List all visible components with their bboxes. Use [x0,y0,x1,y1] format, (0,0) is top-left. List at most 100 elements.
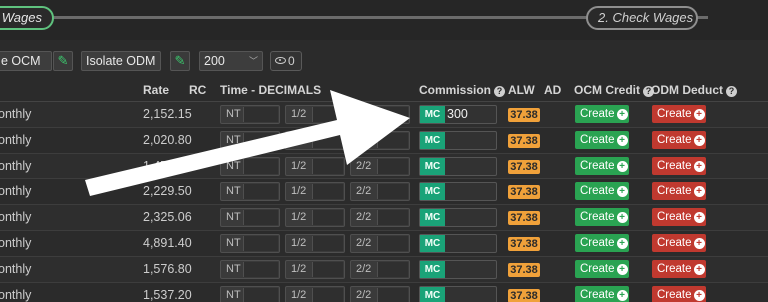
help-icon[interactable]: ? [494,86,506,97]
half-time-value-area [312,287,343,302]
commission-input[interactable]: MC 300 [419,105,497,124]
ocm-create-label: Create [580,236,615,249]
odm-deduct-create-button[interactable]: Create + [652,130,706,149]
ocm-credit-create-button[interactable]: Create + [575,208,629,227]
plus-circle-icon: + [693,160,705,172]
odm-deduct-create-button[interactable]: Create + [652,233,706,252]
nt-hours-input[interactable]: NT [220,285,280,302]
page-size-select[interactable]: 200 ﹀ [199,51,263,71]
commission-input[interactable]: MC [419,285,497,302]
nt-value-area [243,132,278,148]
commission-input[interactable]: MC [419,156,497,176]
ocm-credit-create-button[interactable]: Create + [575,105,629,123]
double-time-label: 2/2 [356,236,372,249]
double-time-input[interactable]: 2/2 [350,208,410,228]
nt-label: NT [226,185,241,198]
nt-hours-input[interactable]: NT [220,105,280,124]
ocm-credit-create-button[interactable]: Create + [575,182,629,201]
double-time-input[interactable]: 2/2 [350,130,410,150]
page-size-value: 200 [204,54,225,68]
nt-hours-input[interactable]: NT [220,130,280,150]
alw-badge: 37.38 [508,108,540,122]
edit-ocm-button[interactable]: ✎ [53,51,73,71]
nt-label: NT [226,288,241,301]
header-ad[interactable]: AD [544,83,561,97]
rate-value: 1,537.20 [143,287,192,302]
half-time-input[interactable]: 1/2 [285,259,345,279]
header-rc[interactable]: RC [189,83,206,97]
mc-badge: MC [420,286,445,302]
header-commission[interactable]: Commission? [419,83,506,97]
odm-select[interactable]: Isolate ODM [81,51,161,71]
ocm-credit-create-button[interactable]: Create + [575,285,629,302]
half-time-input[interactable]: 1/2 [285,156,345,176]
wizard-steps: t Wages 2. Check Wages [0,0,768,40]
plus-circle-icon: + [616,160,628,172]
half-time-label: 1/2 [291,133,307,146]
header-time[interactable]: Time - DECIMALS [220,83,321,97]
pencil-icon: ✎ [57,53,69,68]
nt-hours-input[interactable]: NT [220,156,280,176]
rate-value: 2,152.15 [143,107,192,121]
half-time-input[interactable]: 1/2 [285,182,345,202]
commission-input[interactable]: MC [419,182,497,202]
nt-hours-input[interactable]: NT [220,259,280,279]
nt-hours-input[interactable]: NT [220,208,280,228]
half-time-input[interactable]: 1/2 [285,233,345,253]
rate-value: 4,891.40 [143,235,192,250]
header-alw[interactable]: ALW [508,83,535,97]
odm-deduct-create-button[interactable]: Create + [652,156,706,175]
commission-input[interactable]: MC [419,259,497,279]
header-ocm-credit[interactable]: OCM Credit? [574,83,654,97]
rate-value: 2,229.50 [143,184,192,199]
ocm-credit-create-button[interactable]: Create + [575,130,629,149]
half-time-input[interactable]: 1/2 [285,105,345,124]
ocm-credit-create-button[interactable]: Create + [575,233,629,252]
nt-value-area [243,210,278,226]
nt-label: NT [226,236,241,249]
double-time-input[interactable]: 2/2 [350,285,410,302]
alw-badge: 37.38 [508,236,540,251]
double-time-input[interactable]: 2/2 [350,259,410,279]
ocm-select[interactable]: e OCM [0,51,52,71]
plus-circle-icon: + [616,212,628,224]
mc-badge: MC [420,260,445,278]
odm-deduct-create-button[interactable]: Create + [652,105,706,123]
ocm-credit-create-button[interactable]: Create + [575,259,629,278]
wizard-step-1[interactable]: t Wages [0,6,54,30]
wizard-step-2[interactable]: 2. Check Wages [586,6,698,30]
double-time-label: 2/2 [356,108,372,120]
commission-input[interactable]: MC [419,233,497,253]
table-row: onthly 1,478.40 NT 1/2 2/2 MC 37.38 Crea… [0,153,768,180]
double-time-input[interactable]: 2/2 [350,182,410,202]
plus-circle-icon: + [693,134,705,146]
header-commission-label: Commission [419,83,492,97]
help-icon[interactable]: ? [726,86,737,97]
half-time-input[interactable]: 1/2 [285,285,345,302]
double-time-input[interactable]: 2/2 [350,233,410,253]
double-time-input[interactable]: 2/2 [350,105,410,124]
commission-input[interactable]: MC [419,130,497,150]
odm-deduct-create-button[interactable]: Create + [652,259,706,278]
odm-deduct-create-button[interactable]: Create + [652,285,706,302]
nt-hours-input[interactable]: NT [220,182,280,202]
mc-badge: MC [420,234,445,252]
mc-badge: MC [420,131,445,149]
double-time-value-area [377,261,408,277]
edit-odm-button[interactable]: ✎ [170,51,190,71]
double-time-input[interactable]: 2/2 [350,156,410,176]
half-time-label: 1/2 [291,159,307,172]
commission-input[interactable]: MC [419,208,497,228]
half-time-input[interactable]: 1/2 [285,130,345,150]
nt-hours-input[interactable]: NT [220,233,280,253]
header-odm-deduct[interactable]: ODM Deduct? [651,83,737,97]
odm-deduct-create-button[interactable]: Create + [652,182,706,201]
half-time-value-area [312,210,343,226]
half-time-input[interactable]: 1/2 [285,208,345,228]
odm-deduct-create-button[interactable]: Create + [652,208,706,227]
nt-value-area [243,261,278,277]
header-rate[interactable]: Rate [143,83,169,97]
hidden-columns-toggle[interactable]: 0 [270,51,302,71]
nt-value-area [243,107,278,122]
ocm-credit-create-button[interactable]: Create + [575,156,629,175]
